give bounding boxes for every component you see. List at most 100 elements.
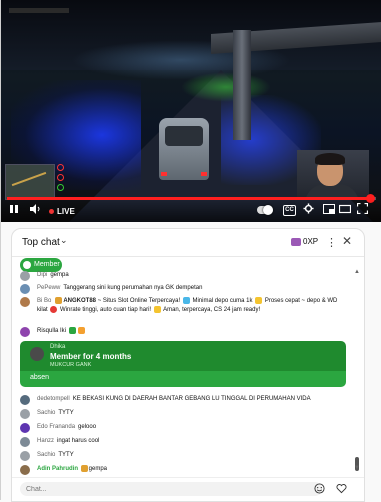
chat-author[interactable]: Risqulla Iki xyxy=(37,328,66,334)
chat-author[interactable]: Bi Bo xyxy=(37,298,51,304)
video-pillar xyxy=(233,30,251,140)
status-dot xyxy=(57,174,64,181)
milestone-message-row: absen xyxy=(20,371,346,387)
chat-text: Minimal depo cuma 1k xyxy=(192,298,253,305)
video-car-taillight-right xyxy=(201,172,207,176)
chat-message-body: PePeww Tanggerang sini kung perumahan nya… xyxy=(37,284,349,293)
avatar[interactable] xyxy=(20,327,30,337)
chat-author[interactable]: Sachio xyxy=(37,452,55,458)
chat-message-body: Dipi gempa xyxy=(37,271,349,280)
chat-author[interactable]: Adin Pahrudin xyxy=(37,466,78,472)
chat-author[interactable]: Hanzz xyxy=(37,438,54,444)
chat-message-body: Sachio TYTY xyxy=(37,409,349,418)
member-filter-chip[interactable]: Member xyxy=(20,258,62,272)
chat-author[interactable]: Edo Frananda xyxy=(37,424,75,430)
lightning-emoji-icon xyxy=(255,297,263,304)
avatar[interactable] xyxy=(20,297,30,307)
video-player[interactable]: LIVE CC xyxy=(1,0,381,222)
video-green-light xyxy=(181,72,271,102)
avatar[interactable] xyxy=(20,409,30,419)
volume-icon xyxy=(30,204,40,214)
scroll-down-icon[interactable]: ▼ xyxy=(354,465,360,471)
chat-text: Tanggerang sini kung perumahan nya GK de… xyxy=(63,285,203,291)
chat-text: Aman, terpercaya, CS 24 jam ready! xyxy=(163,307,261,314)
chat-author[interactable]: Sachio xyxy=(37,410,55,416)
volume-button[interactable] xyxy=(29,203,41,219)
chat-text: ~ Situs Slot Online Terpercaya! xyxy=(97,298,181,305)
emoji-picker-icon[interactable] xyxy=(314,483,325,497)
avatar[interactable] xyxy=(30,347,44,361)
fullscreen-button[interactable] xyxy=(356,202,369,219)
chat-message-body: Risqulla Iki xyxy=(37,327,349,336)
streamer-body xyxy=(305,184,359,198)
theater-button[interactable] xyxy=(338,203,352,219)
fullscreen-icon xyxy=(356,202,369,215)
chat-input[interactable] xyxy=(20,482,322,496)
avatar[interactable] xyxy=(20,423,30,433)
avatar[interactable] xyxy=(20,271,30,281)
milestone-message: absen xyxy=(30,374,50,381)
milestone-title: Member for 4 months xyxy=(50,352,132,361)
avatar[interactable] xyxy=(20,395,30,405)
autoplay-toggle[interactable] xyxy=(257,205,273,215)
avatar[interactable] xyxy=(20,465,30,475)
xp-label: 0XP xyxy=(303,237,319,246)
milestone-level: MUKCUR GANK xyxy=(50,362,92,368)
page-frame: LIVE CC Top chat ⌄ 0XP ⋮ ✕ Member Dipi g… xyxy=(0,0,381,502)
chat-text: TYTY xyxy=(58,452,74,458)
autoplay-toggle-knob xyxy=(263,205,273,215)
settings-button[interactable] xyxy=(303,203,314,219)
chat-message-body: Sachio TYTY xyxy=(37,451,349,460)
miniplayer-button[interactable] xyxy=(323,203,335,219)
streamer-webcam xyxy=(297,150,369,198)
lock-emoji-icon xyxy=(153,306,161,314)
super-thanks-button[interactable] xyxy=(336,483,347,497)
heart-icon xyxy=(336,484,347,494)
milestone-author[interactable]: Dhika xyxy=(50,344,65,350)
chat-author[interactable]: PePeww xyxy=(37,285,60,291)
chat-message-list: Dipi gempa PePeww Tanggerang sini kung per… xyxy=(12,271,354,475)
member-chip-label: Member xyxy=(34,261,60,268)
live-dot xyxy=(49,209,54,215)
avatar[interactable] xyxy=(20,284,30,294)
chat-author[interactable]: Dipi xyxy=(37,272,47,278)
video-car-taillight-left xyxy=(161,172,167,176)
captions-button[interactable]: CC xyxy=(283,205,296,216)
chat-mode-label[interactable]: Top chat xyxy=(22,237,60,248)
chat-message-body: Adin Pahrudin gempa xyxy=(37,465,349,474)
chat-text: TYTY xyxy=(58,410,74,416)
pause-icon xyxy=(10,205,18,213)
chat-text: gempa xyxy=(50,272,69,278)
avatar[interactable] xyxy=(20,437,30,447)
badge-icon xyxy=(80,465,88,472)
chat-input-row xyxy=(12,477,364,501)
xp-badge[interactable]: 0XP xyxy=(291,237,318,248)
chat-header: Top chat ⌄ 0XP ⋮ ✕ xyxy=(12,229,364,257)
diamond-emoji-icon xyxy=(182,297,190,304)
avatar[interactable] xyxy=(20,451,30,461)
gear-icon xyxy=(303,203,314,214)
chat-text: Winrate tinggi, auto cuan tiap hari! xyxy=(60,307,152,314)
more-options-icon[interactable]: ⋮ xyxy=(326,236,337,249)
live-label: LIVE xyxy=(57,207,75,216)
chat-scrollbar[interactable]: ▲ ▼ xyxy=(354,269,360,479)
chat-text: gempa xyxy=(88,466,108,473)
theater-icon xyxy=(338,204,352,214)
chat-brand: ANGKOT88 xyxy=(63,298,97,305)
milestone-header: Dhika Member for 4 months MUKCUR GANK xyxy=(20,341,346,371)
chat-message-body: dedetompell KE BEKASI KUNG DI DAERAH BANT… xyxy=(37,395,349,404)
chat-author[interactable]: dedetompell xyxy=(37,396,70,402)
smiley-icon xyxy=(314,483,325,494)
live-chat-panel: Top chat ⌄ 0XP ⋮ ✕ Member Dipi gempa PePe… xyxy=(11,228,365,502)
scroll-up-icon[interactable]: ▲ xyxy=(354,269,360,275)
close-icon[interactable]: ✕ xyxy=(342,234,352,248)
chevron-down-icon[interactable]: ⌄ xyxy=(60,235,68,246)
emoji-icon xyxy=(77,327,85,334)
game-status-dots xyxy=(57,164,65,194)
chat-text: ingat harus cool xyxy=(57,438,100,444)
game-hud-topleft xyxy=(9,8,69,13)
chat-text: gelooo xyxy=(78,424,97,430)
chat-text: KE BEKASI KUNG DI DAERAH BANTAR GEBANG L… xyxy=(72,396,311,402)
live-indicator[interactable]: LIVE xyxy=(49,204,75,220)
pause-button[interactable] xyxy=(9,203,19,219)
